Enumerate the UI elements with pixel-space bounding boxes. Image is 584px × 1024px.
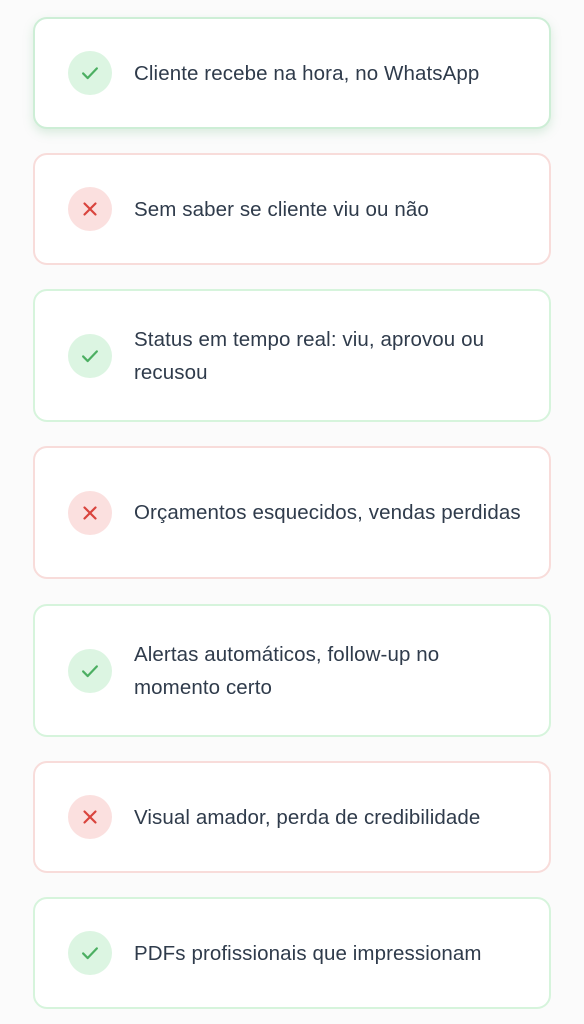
comparison-card-pro: Alertas automáticos, follow-up no moment… bbox=[33, 604, 551, 737]
card-label: Cliente recebe na hora, no WhatsApp bbox=[134, 61, 480, 85]
card-label: Visual amador, perda de credibilidade bbox=[134, 805, 481, 829]
comparison-card-pro: Status em tempo real: viu, aprovou ou re… bbox=[33, 289, 551, 422]
comparison-card-pro: PDFs profissionais que impressionam bbox=[33, 897, 551, 1009]
close-icon bbox=[68, 795, 112, 839]
check-icon bbox=[68, 333, 112, 378]
card-label: Orçamentos esquecidos, vendas perdidas bbox=[134, 501, 521, 524]
comparison-card-con: Orçamentos esquecidos, vendas perdidas bbox=[33, 446, 551, 579]
comparison-card-con: Sem saber se cliente viu ou não bbox=[33, 153, 551, 265]
check-icon bbox=[68, 931, 112, 975]
check-icon bbox=[68, 51, 112, 95]
close-icon bbox=[68, 490, 112, 535]
close-icon bbox=[68, 187, 112, 231]
comparison-card-con: Visual amador, perda de credibilidade bbox=[33, 761, 551, 873]
comparison-card-pro: Cliente recebe na hora, no WhatsApp bbox=[33, 17, 551, 129]
card-label: Status em tempo real: viu, aprovou ou re… bbox=[134, 327, 485, 384]
card-label: PDFs profissionais que impressionam bbox=[134, 941, 482, 965]
card-label: Alertas automáticos, follow-up no moment… bbox=[134, 642, 440, 699]
check-icon bbox=[68, 648, 112, 693]
card-label: Sem saber se cliente viu ou não bbox=[134, 197, 429, 221]
